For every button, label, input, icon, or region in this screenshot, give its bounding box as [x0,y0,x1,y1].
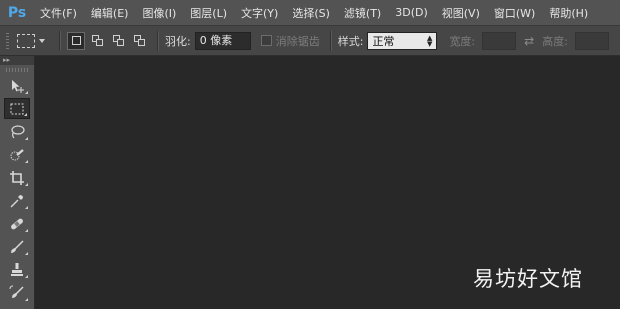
lasso-icon [11,124,25,138]
rect-marquee-tool[interactable] [4,98,30,119]
menu-image[interactable]: 图像(I) [142,5,176,21]
tools-panel: ▸▸ [0,56,35,309]
clone-stamp-tool[interactable] [4,259,30,280]
menu-layer[interactable]: 图层(L) [190,5,227,21]
tool-preset-dropdown-icon[interactable] [39,38,45,43]
subtract-selection-icon [112,35,124,46]
eyedropper-icon [10,194,23,207]
menu-bar: Ps 文件(F) 编辑(E) 图像(I) 图层(L) 文字(Y) 选择(S) 滤… [0,0,620,26]
photoshop-logo: Ps [7,4,27,21]
crop-icon [10,170,24,185]
select-arrows-icon: ▲ ▼ [427,33,433,48]
menu-3d[interactable]: 3D(D) [395,6,428,19]
new-selection-icon [71,36,81,45]
antialias-checkbox[interactable] [260,35,272,46]
subtract-from-selection-button[interactable] [109,32,127,50]
tools-panel-collapse-icon[interactable]: ▸▸ [0,56,34,65]
height-label: 高度: [542,34,568,48]
eyedropper-tool[interactable] [4,190,30,211]
style-select-value: 正常 [372,34,395,48]
divider [157,30,159,51]
intersect-selection-button[interactable] [130,32,148,50]
feather-label: 羽化: [165,34,191,48]
menu-type[interactable]: 文字(Y) [241,5,278,21]
height-input[interactable] [574,31,609,50]
lasso-tool[interactable] [4,121,30,142]
quick-select-tool[interactable] [4,144,30,165]
style-select[interactable]: 正常 ▲ ▼ [367,31,438,50]
menu-edit[interactable]: 编辑(E) [91,5,129,21]
menu-help[interactable]: 帮助(H) [549,5,588,21]
add-to-selection-button[interactable] [88,32,106,50]
intersect-selection-icon [133,35,145,46]
add-selection-icon [91,35,103,46]
menu-view[interactable]: 视图(V) [442,5,480,21]
watermark-text: 易坊好文馆 [473,267,583,291]
move-tool[interactable] [4,75,30,96]
width-input[interactable] [482,31,517,50]
feather-input[interactable]: 0 像素 [194,31,251,50]
divider [329,30,332,51]
crop-tool[interactable] [4,167,30,188]
menu-window[interactable]: 窗口(W) [494,5,535,21]
stamp-icon [11,262,23,276]
brush-tool[interactable] [4,236,30,257]
width-label: 宽度: [449,34,476,48]
menu-file[interactable]: 文件(F) [40,5,77,21]
history-brush-icon [9,285,24,298]
style-label: 样式: [337,34,364,48]
rect-marquee-icon [10,103,24,114]
antialias-label: 消除锯齿 [275,34,320,48]
divider [59,30,61,51]
bandage-icon [11,218,23,229]
healing-brush-tool[interactable] [4,213,30,234]
new-selection-button[interactable] [67,31,85,50]
brush-icon [11,239,24,253]
options-bar-grip[interactable] [6,32,9,49]
quick-select-icon [10,148,24,160]
tool-preset-icon[interactable] [17,33,35,48]
options-bar: 羽化: 0 像素 消除锯齿 样式: 正常 ▲ ▼ 宽度: ⇄ 高度: [0,26,620,56]
menu-filter[interactable]: 滤镜(T) [344,5,381,21]
tools-panel-grip[interactable] [6,68,28,72]
history-brush-tool[interactable] [4,282,30,303]
move-icon [12,79,24,93]
swap-icon[interactable]: ⇄ [524,34,534,48]
menu-select[interactable]: 选择(S) [292,5,330,21]
